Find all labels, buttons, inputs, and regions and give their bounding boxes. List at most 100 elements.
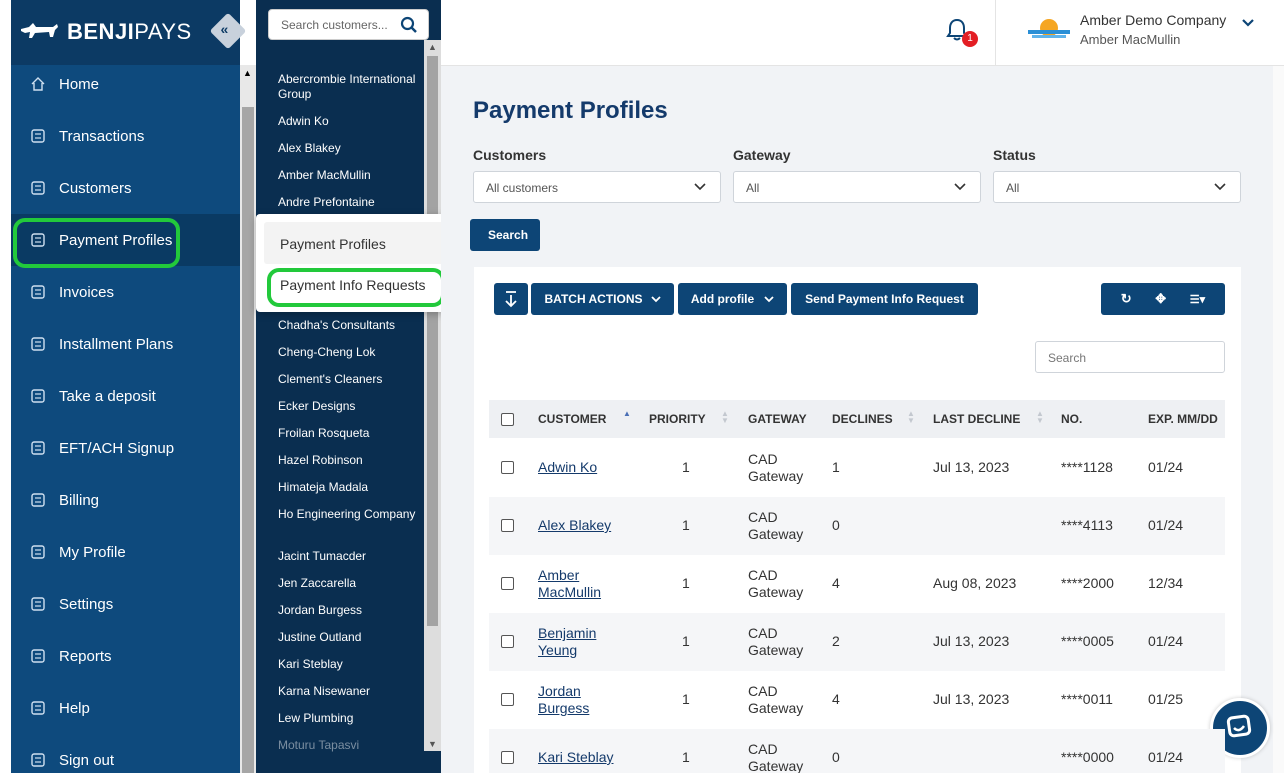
scroll-up-arrow-icon[interactable]: ▲: [428, 42, 437, 52]
card-number-cell: ****4113: [1061, 517, 1113, 533]
user-name[interactable]: Amber MacMullin: [1080, 32, 1180, 47]
sort-icon[interactable]: ▲ ▼: [907, 410, 915, 425]
last-decline-cell: Jul 13, 2023: [933, 459, 1010, 475]
refresh-icon[interactable]: ↻: [1121, 291, 1132, 307]
customer-list-item[interactable]: Jacint Tumacder: [278, 549, 418, 564]
columns-menu-icon[interactable]: ☰▾: [1190, 293, 1205, 306]
batch-actions-button[interactable]: BATCH ACTIONS: [531, 283, 674, 315]
gateway-filter-select[interactable]: All: [733, 171, 981, 203]
column-header-last-decline[interactable]: LAST DECLINE: [933, 412, 1020, 426]
scroll-down-arrow-icon[interactable]: ▼: [428, 739, 437, 749]
customer-list-item[interactable]: Adwin Ko: [278, 114, 418, 129]
expiry-cell: 01/24: [1148, 517, 1184, 533]
collapse-sidebar-button[interactable]: «: [209, 12, 247, 50]
nav-item-sign-out[interactable]: Sign out: [11, 734, 240, 773]
customer-link[interactable]: Kari Steblay: [538, 749, 618, 766]
company-name[interactable]: Amber Demo Company: [1080, 12, 1226, 28]
nav-item-help[interactable]: Help: [11, 682, 240, 734]
nav-scrollbar[interactable]: ▲: [240, 65, 256, 773]
nav-scrollbar-thumb[interactable]: [242, 107, 254, 773]
column-header-declines[interactable]: DECLINES: [832, 412, 893, 426]
highlight-ring-payment-info-requests: [267, 268, 445, 307]
search-icon[interactable]: [400, 16, 418, 34]
nav-item-my-profile[interactable]: My Profile: [11, 526, 240, 578]
nav-item-take-a-deposit[interactable]: Take a deposit: [11, 370, 240, 422]
column-header-number[interactable]: NO.: [1061, 412, 1082, 426]
customer-list-item[interactable]: Himateja Madala: [278, 480, 418, 495]
customer-list-item[interactable]: Hazel Robinson: [278, 453, 418, 468]
main-scrollbar[interactable]: [1273, 66, 1284, 773]
sort-icon[interactable]: ▲ ▼: [1036, 410, 1044, 425]
nav-item-installment-plans[interactable]: Installment Plans: [11, 318, 240, 370]
customer-list-item[interactable]: Cheng-Cheng Lok: [278, 345, 418, 360]
row-checkbox[interactable]: [501, 635, 514, 648]
row-checkbox[interactable]: [501, 577, 514, 590]
nav-item-customers[interactable]: Customers: [11, 162, 240, 214]
customer-link[interactable]: Amber MacMullin: [538, 567, 618, 601]
brand-logo[interactable]: BENJI PAYS: [19, 17, 192, 47]
send-payment-info-request-button[interactable]: Send Payment Info Request: [791, 283, 978, 315]
customer-list-item[interactable]: Jordan Burgess: [278, 603, 418, 618]
customer-search-input[interactable]: Search customers...: [268, 9, 429, 40]
customers-filter-select[interactable]: All customers: [473, 171, 721, 203]
brand-name-bold: BENJI: [67, 19, 135, 44]
customer-list-scrollbar-thumb[interactable]: [427, 56, 438, 626]
row-checkbox[interactable]: [501, 693, 514, 706]
add-profile-button[interactable]: Add profile: [678, 283, 787, 315]
customer-link[interactable]: Adwin Ko: [538, 459, 618, 476]
customer-link[interactable]: Jordan Burgess: [538, 683, 618, 717]
customer-list-item[interactable]: Jen Zaccarella: [278, 576, 418, 591]
sort-ascending-icon[interactable]: ▲: [623, 410, 631, 418]
customer-list-item[interactable]: Clement's Cleaners: [278, 372, 418, 387]
row-checkbox[interactable]: [501, 461, 514, 474]
customer-list-item[interactable]: Kari Steblay: [278, 657, 418, 672]
customer-list-item[interactable]: Moturu Tapasvi: [278, 738, 418, 753]
customer-list-item[interactable]: Lew Plumbing: [278, 711, 418, 726]
nav-item-eft-ach-signup[interactable]: EFT/ACH Signup: [11, 422, 240, 474]
customer-list-item[interactable]: Andre Prefontaine: [278, 195, 418, 210]
nav-item-settings[interactable]: Settings: [11, 578, 240, 630]
column-header-priority[interactable]: PRIORITY: [649, 412, 706, 426]
nav-item-billing[interactable]: Billing: [11, 474, 240, 526]
status-filter-select[interactable]: All: [993, 171, 1241, 203]
expiry-cell: 01/24: [1148, 749, 1184, 765]
declines-cell: 4: [832, 575, 840, 591]
customer-list-item[interactable]: Justine Outland: [278, 630, 418, 645]
customer-list-item[interactable]: Karna Nisewaner: [278, 684, 418, 699]
nav-item-home[interactable]: Home: [11, 58, 240, 110]
select-all-checkbox[interactable]: [501, 413, 514, 426]
customer-link[interactable]: Alex Blakey: [538, 517, 618, 534]
transactions-icon: [29, 127, 47, 145]
customer-list-scrollbar[interactable]: ▲ ▼: [424, 40, 441, 751]
column-header-gateway[interactable]: GATEWAY: [748, 412, 807, 426]
customer-list-item[interactable]: Amber MacMullin: [278, 168, 418, 183]
nav-item-reports[interactable]: Reports: [11, 630, 240, 682]
chevron-down-icon[interactable]: [1241, 18, 1255, 28]
priority-cell: 1: [682, 749, 690, 765]
card-number-cell: ****0005: [1061, 633, 1114, 649]
row-checkbox[interactable]: [501, 751, 514, 764]
table-search-input[interactable]: Search: [1035, 341, 1225, 373]
nav-item-transactions[interactable]: Transactions: [11, 110, 240, 162]
row-checkbox[interactable]: [501, 519, 514, 532]
column-header-customer[interactable]: CUSTOMER: [538, 412, 606, 426]
customer-list-item[interactable]: Alex Blakey: [278, 141, 418, 156]
chevron-down-icon: [954, 183, 966, 191]
customer-list-item[interactable]: Chadha's Consultants: [278, 318, 418, 333]
scroll-up-arrow-icon[interactable]: ▲: [243, 68, 252, 78]
notification-count-badge: 1: [962, 31, 978, 47]
sort-icon[interactable]: ▲ ▼: [721, 410, 729, 425]
move-icon[interactable]: ✥: [1155, 291, 1166, 307]
customer-link[interactable]: Benjamin Yeung: [538, 625, 618, 659]
customer-list-item[interactable]: Froilan Rosqueta: [278, 426, 418, 441]
customer-list-item[interactable]: Ecker Designs: [278, 399, 418, 414]
column-header-expiry[interactable]: EXP. MM/DD: [1148, 412, 1218, 426]
nav-item-invoices[interactable]: Invoices: [11, 266, 240, 318]
gateway-cell: CAD Gateway: [748, 683, 804, 716]
logo-bar: BENJI PAYS «: [11, 0, 247, 65]
chevron-down-icon: [1214, 183, 1226, 191]
search-button[interactable]: Search: [470, 219, 540, 251]
customer-list-item[interactable]: Abercrombie International Group: [278, 72, 418, 102]
customer-list-item[interactable]: Ho Engineering Company: [278, 507, 418, 522]
sort-download-button[interactable]: [494, 283, 528, 315]
